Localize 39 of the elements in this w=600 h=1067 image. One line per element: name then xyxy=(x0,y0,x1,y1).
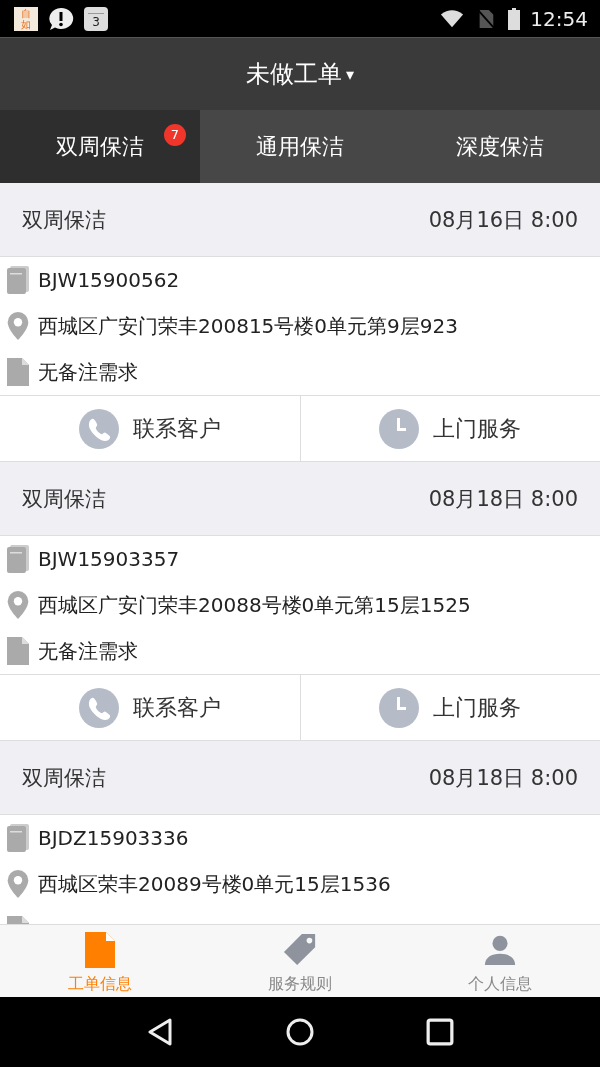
phone-icon xyxy=(78,408,119,449)
home-icon[interactable] xyxy=(286,1018,314,1046)
category-tab[interactable]: 双周保洁 7 xyxy=(0,110,200,183)
order-number: BJW15903357 xyxy=(38,547,180,571)
location-pin-icon xyxy=(7,591,29,619)
address-text: 西城区荣丰20089号楼0单元15层1536 xyxy=(38,870,391,898)
order-number: BJW15900562 xyxy=(38,268,180,292)
service-date: 08月16日 8:00 xyxy=(428,206,578,234)
clock-time: 12:54 xyxy=(530,6,588,31)
phone-icon xyxy=(78,687,119,728)
tag-icon xyxy=(283,932,317,968)
battery-icon xyxy=(508,7,521,30)
documents-icon xyxy=(7,266,29,294)
service-type: 双周保洁 xyxy=(22,206,106,234)
wifi-icon xyxy=(440,8,465,29)
category-tab[interactable]: 通用保洁 xyxy=(200,110,400,183)
back-icon[interactable] xyxy=(146,1018,174,1046)
documents-icon xyxy=(7,824,29,852)
remark-text: 无备注需求 xyxy=(38,358,138,386)
title-dropdown[interactable]: 未做工单 ▾ xyxy=(240,57,360,91)
category-tab[interactable]: 深度保洁 xyxy=(400,110,600,183)
service-date: 08月18日 8:00 xyxy=(428,485,578,513)
alert-bubble-icon xyxy=(48,6,74,31)
clock-icon xyxy=(379,408,420,449)
service-type: 双周保洁 xyxy=(22,485,106,513)
recents-icon[interactable] xyxy=(426,1018,454,1046)
service-date: 08月18日 8:00 xyxy=(428,764,578,792)
location-pin-icon xyxy=(7,870,29,898)
remark-text: 无备注需求 xyxy=(38,637,138,665)
documents-icon xyxy=(7,545,29,573)
count-badge: 7 xyxy=(164,124,186,146)
address-text: 西城区广安门荣丰200815号楼0单元第9层923 xyxy=(38,312,458,340)
app-notification-icon: 自如 xyxy=(14,6,38,31)
calendar-icon: 3 xyxy=(84,6,108,31)
location-pin-icon xyxy=(7,312,29,340)
clock-icon xyxy=(379,687,420,728)
service-type: 双周保洁 xyxy=(22,764,106,792)
address-text: 西城区广安门荣丰20088号楼0单元第15层1525 xyxy=(38,591,471,619)
order-number: BJDZ15903336 xyxy=(38,826,189,850)
